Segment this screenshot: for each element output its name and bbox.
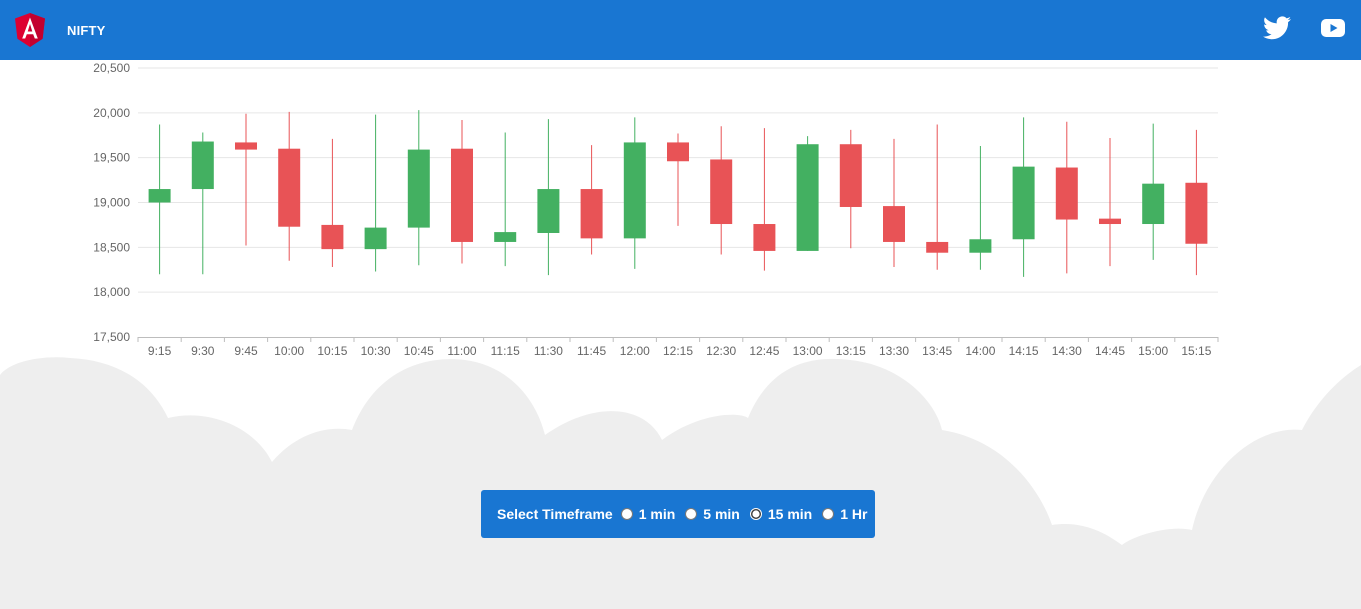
x-tick-label: 14:15	[1009, 344, 1039, 358]
candle-body	[1099, 218, 1121, 225]
y-tick-label: 18,000	[93, 285, 130, 299]
timeframe-option-label: 1 min	[638, 506, 676, 522]
x-tick-label: 14:30	[1052, 344, 1082, 358]
timeframe-option-1hr[interactable]: 1 Hr	[818, 506, 867, 522]
candle-body	[321, 224, 344, 250]
candle-body	[969, 239, 992, 253]
candle-body	[796, 144, 819, 251]
radio-1min[interactable]	[620, 508, 633, 520]
timeframe-option-label: 15 min	[767, 506, 813, 522]
candle-body	[451, 148, 473, 242]
x-tick-label: 11:15	[491, 344, 520, 358]
app-title: NIFTY	[67, 23, 106, 38]
candle-body	[537, 189, 560, 233]
x-tick-label: 10:30	[361, 344, 391, 358]
timeframe-option-5min[interactable]: 5 min	[681, 506, 740, 522]
timeframe-option-1min[interactable]: 1 min	[617, 506, 676, 522]
x-tick-label: 9:45	[234, 344, 258, 358]
x-tick-label: 14:00	[965, 344, 995, 358]
candle-body	[667, 142, 689, 162]
youtube-icon[interactable]	[1321, 18, 1345, 38]
x-tick-label: 11:45	[577, 344, 606, 358]
timeframe-option-label: 1 Hr	[840, 506, 868, 522]
x-tick-label: 10:15	[317, 344, 347, 358]
y-tick-label: 19,500	[93, 151, 130, 165]
x-tick-label: 12:45	[749, 344, 779, 358]
candle-body	[1142, 183, 1165, 225]
x-tick-label: 12:15	[663, 344, 693, 358]
candle-body	[148, 189, 171, 203]
top-toolbar: NIFTY	[0, 0, 1361, 60]
cloud-shape	[0, 357, 1361, 609]
x-tick-label: 13:00	[793, 344, 823, 358]
candle-body	[364, 227, 387, 250]
candle-body	[710, 159, 733, 225]
x-tick-label: 13:45	[922, 344, 952, 358]
candle-body	[883, 206, 905, 242]
timeframe-selector: Select Timeframe 1 min 5 min 15 min 1 Hr	[481, 490, 875, 538]
clouds-background	[0, 357, 1361, 609]
x-tick-label: 12:30	[706, 344, 736, 358]
candle-body	[407, 149, 430, 228]
x-tick-label: 10:00	[274, 344, 304, 358]
twitter-icon[interactable]	[1263, 16, 1291, 40]
y-tick-label: 20,000	[93, 106, 130, 120]
candle-body	[235, 142, 257, 150]
radio-5min[interactable]	[685, 508, 698, 520]
candle-body	[191, 141, 214, 190]
x-tick-label: 15:00	[1138, 344, 1168, 358]
candle-body	[1055, 167, 1078, 220]
candle-body	[839, 144, 862, 207]
timeframe-label: Select Timeframe	[497, 506, 613, 522]
candle-body	[1012, 166, 1035, 240]
candle-body	[494, 232, 517, 242]
candle-body	[753, 224, 776, 251]
candle-body	[1185, 182, 1208, 244]
x-tick-label: 9:30	[191, 344, 215, 358]
radio-15min[interactable]	[749, 508, 762, 520]
y-tick-label: 19,000	[93, 196, 130, 210]
timeframe-option-15min[interactable]: 15 min	[746, 506, 812, 522]
candlestick-chart: 17,500 18,000 18,500 19,000 19,500 20,000 20,5…	[93, 61, 1219, 358]
x-tick-label: 11:30	[534, 344, 563, 358]
angular-logo-icon[interactable]	[15, 13, 45, 47]
timeframe-option-label: 5 min	[703, 506, 740, 522]
x-tick-label: 15:15	[1181, 344, 1211, 358]
radio-1hr[interactable]	[822, 508, 835, 520]
candle-body	[623, 142, 646, 239]
y-tick-label: 18,500	[93, 240, 130, 254]
x-tick-label: 11:00	[447, 344, 476, 358]
y-tick-label: 20,500	[93, 61, 130, 75]
candle-body	[278, 148, 301, 227]
x-tick-label: 14:45	[1095, 344, 1125, 358]
candle-body	[580, 189, 603, 239]
x-tick-label: 13:15	[836, 344, 866, 358]
y-tick-label: 17,500	[93, 330, 130, 344]
x-tick-label: 13:30	[879, 344, 909, 358]
x-tick-label: 12:00	[620, 344, 650, 358]
x-tick-label: 10:45	[404, 344, 434, 358]
candle-body	[926, 241, 949, 253]
x-tick-label: 9:15	[148, 344, 172, 358]
app-root: NIFTY 17,500 18,000 18,500 19,000 19,500 20,0…	[0, 0, 1361, 609]
